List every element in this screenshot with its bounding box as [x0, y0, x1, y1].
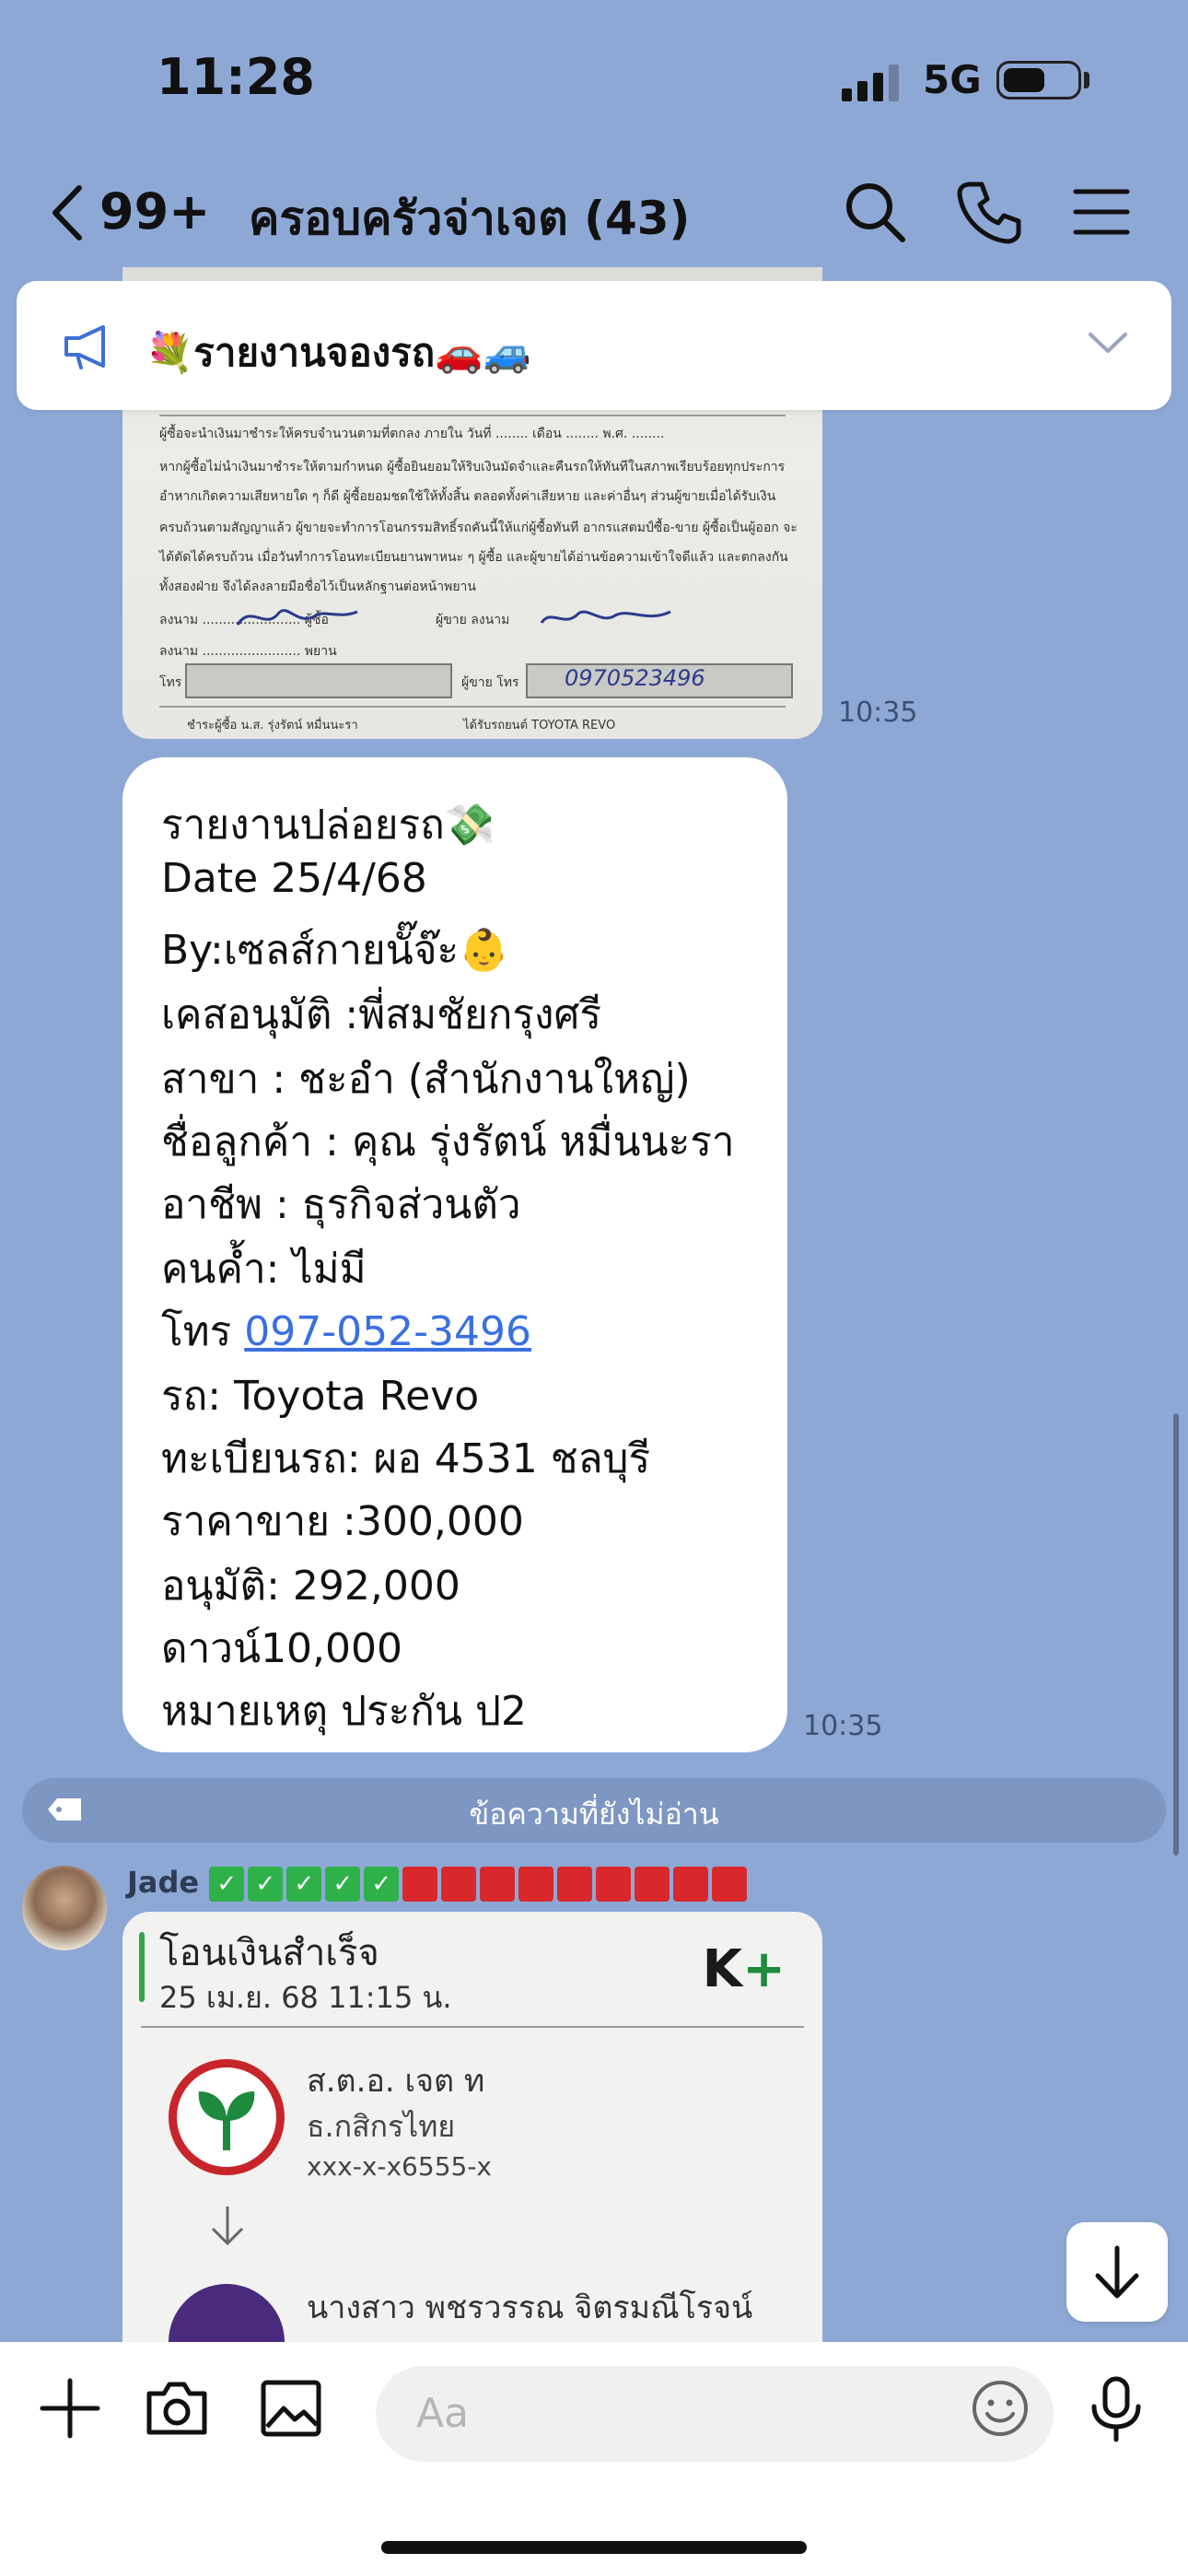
slip-sender-account: xxx-x-x6555-x	[307, 2151, 492, 2182]
buyer-signature	[236, 609, 358, 626]
message-line: เคสอนุมัติ :พี่สมชัยกรุงศรี	[161, 991, 602, 1038]
message-line: อาชีพ : ธุรกิจส่วนตัว	[161, 1181, 521, 1228]
message-line: ชื่อลูกค้า : คุณ รุ่งรัตน์ หมื่นนะรา	[161, 1118, 735, 1165]
phone-label: โทร	[161, 1308, 245, 1355]
message-line: รายงานปล่อยรถ💸	[161, 802, 495, 849]
doc-text-line: อำหากเกิดความเสียหายใด ๆ ก็ดี ผู้ซื้อยอม…	[159, 489, 776, 504]
doc-text-line: ผู้ซื้อจะนำเงินมาชำระให้ครบจำนวนตามที่ตก…	[159, 427, 665, 441]
battery-tip	[1084, 72, 1089, 88]
message-line: ราคาขาย :300,000	[161, 1498, 524, 1545]
message-line: คนค้ำ: ไม่มี	[161, 1246, 367, 1293]
battery-icon	[996, 61, 1081, 100]
doc-seller-phone-label: ผู้ขาย โทร	[461, 675, 519, 690]
message-line: รถ: Toyota Revo	[161, 1373, 480, 1420]
sender-name: Jade	[127, 1865, 200, 1900]
red-square-mark	[402, 1867, 438, 1902]
scroll-to-bottom-button[interactable]	[1066, 2222, 1168, 2322]
slip-accent-bar	[139, 1932, 145, 2002]
doc-bottom-left: ชำระผู้ซื้อ น.ส. รุ่งรัตน์ หมื่นนะรา	[187, 719, 358, 732]
slip-sender-bank: ธ.กสิกรไทย	[307, 2109, 456, 2144]
red-square-mark	[518, 1867, 554, 1902]
plus-icon[interactable]	[33, 2371, 107, 2445]
green-check-mark: ✓	[286, 1867, 322, 1902]
green-check-mark: ✓	[248, 1867, 284, 1902]
arrow-down-icon	[1095, 2245, 1139, 2299]
pinned-announcement[interactable]: 💐รายงานจองรถ🚗🚙	[17, 281, 1171, 410]
message-line: ทะเบียนรถ: ผอ 4531 ชลบุรี	[161, 1435, 651, 1482]
sender-decorations: ✓ ✓ ✓ ✓ ✓	[209, 1865, 751, 1902]
image-icon[interactable]	[254, 2371, 328, 2445]
announcement-text: 💐รายงานจองรถ🚗🚙	[146, 330, 531, 375]
seller-signature	[540, 610, 671, 624]
red-square-mark	[480, 1867, 516, 1902]
red-square-mark	[441, 1867, 477, 1902]
home-indicator[interactable]	[381, 2541, 807, 2554]
red-square-mark	[673, 1867, 709, 1902]
message-input-placeholder: Aa	[416, 2390, 470, 2437]
scrollbar[interactable]	[1173, 1413, 1179, 1856]
receiver-bank-logo	[169, 2284, 285, 2345]
message-line: By:เซลส์กายนั๊จ๊ะ👶	[161, 927, 509, 974]
doc-bottom-right: ได้รับรถยนต์ TOYOTA REVO	[463, 719, 616, 732]
search-icon[interactable]	[838, 175, 912, 249]
red-square-mark	[712, 1867, 748, 1902]
message-input[interactable]	[376, 2366, 1054, 2462]
message-line: หมายเหตุ ประกัน ป2	[161, 1688, 527, 1735]
microphone-icon[interactable]	[1079, 2371, 1153, 2445]
phone-call-icon[interactable]	[952, 175, 1026, 249]
green-check-mark: ✓	[325, 1867, 361, 1902]
phone-line: โทร 097-052-3496	[161, 1299, 531, 1364]
status-time: 11:28	[157, 48, 315, 106]
chevron-down-icon[interactable]	[1087, 327, 1129, 360]
megaphone-icon	[64, 325, 105, 369]
red-square-mark	[635, 1867, 670, 1902]
kbank-logo	[169, 2059, 285, 2175]
doc-text-line: ครบถ้วนตามสัญญาแล้ว ผู้ขายจะทำการโอนกรรม…	[159, 521, 798, 535]
transfer-slip-image[interactable]: โอนเงินสำเร็จ 25 เม.ย. 68 11:15 น. K+ ส.…	[122, 1912, 822, 2345]
phone-link[interactable]: 097-052-3496	[244, 1308, 531, 1355]
doc-text-line: ทั้งสองฝ่าย จึงได้ลงลายมือชื่อไว้เป็นหลั…	[159, 580, 476, 594]
unread-divider: ข้อความที่ยังไม่อ่าน	[22, 1778, 1166, 1843]
signal-icon	[842, 64, 899, 101]
doc-signature-seller: ผู้ขาย ลงนาม	[436, 613, 510, 627]
red-square-mark	[557, 1867, 593, 1902]
slip-sender-name: ส.ต.อ. เจต ท	[307, 2063, 485, 2100]
green-check-mark: ✓	[209, 1867, 245, 1902]
message-line: อนุมัติ: 292,000	[161, 1563, 460, 1610]
slip-divider	[141, 2026, 804, 2028]
avatar[interactable]	[22, 1866, 107, 1950]
camera-icon[interactable]	[140, 2371, 214, 2445]
red-square-mark	[596, 1867, 632, 1902]
back-unread-count[interactable]: 99+	[99, 182, 210, 240]
doc-handwritten-phone: 0970523496	[565, 665, 705, 691]
kplus-logo: K+	[702, 1939, 786, 1999]
menu-icon[interactable]	[1065, 175, 1138, 249]
doc-text-line: หากผู้ซื้อไม่นำเงินมาชำระให้ตามกำหนด ผู้…	[159, 460, 786, 474]
green-check-mark: ✓	[364, 1867, 400, 1902]
doc-witness-line: ลงนาม ........................ พยาน	[159, 644, 337, 659]
chat-title[interactable]: ครอบครัวจ่าเจต (43)	[249, 182, 690, 255]
slip-title: โอนเงินสำเร็จ	[159, 1932, 379, 1974]
arrow-down-icon	[211, 2207, 244, 2246]
message-time: 10:35	[803, 1710, 883, 1742]
emoji-icon[interactable]	[969, 2377, 1031, 2440]
message-line: ดาวน์10,000	[161, 1625, 403, 1672]
message-time: 10:35	[838, 697, 918, 729]
sender-name-row[interactable]: Jade ✓ ✓ ✓ ✓ ✓	[127, 1865, 751, 1902]
back-icon[interactable]	[46, 181, 92, 245]
text-message-bubble[interactable]: รายงานปล่อยรถ💸 Date 25/4/68 By:เซลส์กายน…	[122, 757, 787, 1752]
slip-datetime: 25 เม.ย. 68 11:15 น.	[159, 1980, 452, 2015]
message-line: สาขา : ชะอำ (สำนักงานใหญ่)	[161, 1056, 691, 1103]
doc-text-line: ได้ตัดได้ครบถ้วน เมื่อวันทำการโอนทะเบียน…	[159, 550, 788, 565]
unread-label: ข้อความที่ยังไม่อ่าน	[469, 1797, 719, 1832]
message-line: Date 25/4/68	[161, 855, 427, 902]
slip-receiver-name: นางสาว พชรวรรณ จิตรมณีโรจน์	[307, 2289, 753, 2326]
network-type: 5G	[923, 57, 982, 102]
doc-phone-label: โทร	[159, 675, 182, 690]
